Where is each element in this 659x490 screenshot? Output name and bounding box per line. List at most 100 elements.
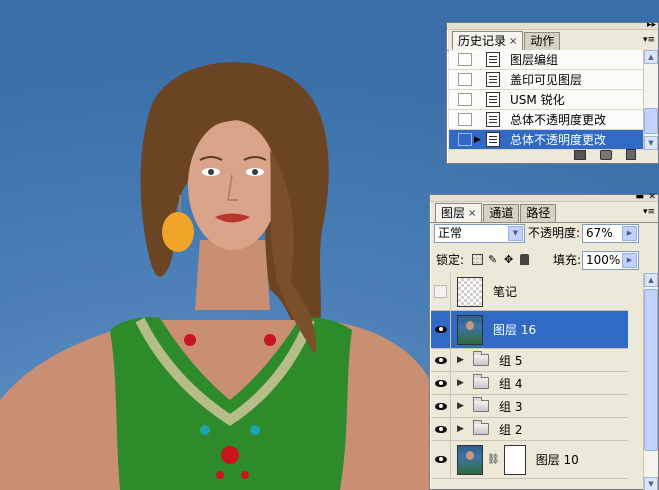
history-item[interactable]: 总体不透明度更改 bbox=[449, 110, 643, 130]
layer-list: 笔记 图层 16 ▶ 组 5 ▶ 组 4 ▶ 组 3 ▶ 组 2 ⛓ 图层 10 bbox=[431, 273, 628, 479]
history-item[interactable]: 图层编组 bbox=[449, 50, 643, 70]
lock-image-icon[interactable]: ✎ bbox=[488, 254, 499, 265]
folder-icon bbox=[473, 374, 489, 389]
layer-row[interactable]: ⛓ 图层 10 bbox=[431, 441, 628, 479]
tab-close-icon[interactable]: × bbox=[468, 205, 476, 222]
fill-label: 填充: bbox=[553, 253, 582, 267]
panel-menu-icon[interactable]: ▾≡ bbox=[643, 35, 655, 45]
chevron-right-icon[interactable]: ▶ bbox=[622, 226, 637, 241]
expand-arrow-icon[interactable]: ▶ bbox=[457, 378, 465, 388]
layer-name: 组 2 bbox=[499, 422, 523, 437]
lock-label: 锁定: bbox=[436, 253, 465, 267]
history-item-selected[interactable]: ▶ 总体不透明度更改 bbox=[449, 130, 643, 150]
new-snapshot-icon[interactable] bbox=[600, 149, 612, 160]
history-scrollbar[interactable]: ▲ ▼ bbox=[643, 50, 658, 150]
opacity-field[interactable]: 67% ▶ bbox=[582, 224, 639, 243]
expand-arrow-icon[interactable]: ▶ bbox=[457, 355, 465, 365]
panel-menu-icon[interactable]: ▾≡ bbox=[643, 207, 655, 217]
visibility-toggle[interactable] bbox=[431, 372, 451, 394]
history-list: 图层编组 盖印可见图层 USM 锐化 总体不透明度更改 ▶ 总体不透明度更改 bbox=[449, 50, 643, 150]
layer-row-selected[interactable]: 图层 16 bbox=[431, 311, 628, 349]
history-state-icon bbox=[486, 72, 500, 87]
chevron-right-icon[interactable]: ▶ bbox=[622, 253, 637, 268]
history-item[interactable]: USM 锐化 bbox=[449, 90, 643, 110]
opacity-value: 67% bbox=[586, 226, 613, 240]
visibility-toggle[interactable] bbox=[431, 441, 451, 478]
scroll-up-icon[interactable]: ▲ bbox=[644, 50, 658, 64]
eye-icon bbox=[434, 379, 447, 387]
history-item-label: 总体不透明度更改 bbox=[510, 133, 607, 147]
layer-name: 组 4 bbox=[499, 376, 523, 391]
scroll-thumb[interactable] bbox=[644, 289, 658, 451]
layer-group-row[interactable]: ▶ 组 5 bbox=[431, 349, 628, 372]
tab-history[interactable]: 历史记录 × bbox=[452, 31, 524, 50]
layer-thumbnail bbox=[457, 314, 483, 345]
history-panel-titlebar[interactable]: ▸▸ bbox=[447, 21, 658, 30]
eye-icon bbox=[434, 326, 447, 333]
expand-arrow-icon[interactable]: ▶ bbox=[457, 424, 465, 434]
hidden-eye-icon bbox=[434, 285, 447, 298]
panel-close-icon[interactable]: ✕ bbox=[648, 193, 656, 202]
tab-close-icon[interactable]: × bbox=[509, 33, 517, 50]
visibility-toggle[interactable] bbox=[431, 349, 451, 371]
tab-channels-label: 通道 bbox=[489, 206, 514, 220]
layer-group-row[interactable]: ▶ 组 4 bbox=[431, 372, 628, 395]
layer-thumbnail bbox=[457, 276, 483, 307]
layers-panel: ▬ ✕ 图层 × 通道 路径 ▾≡ 正常 ▼ 不透明度: 67% ▶ 锁定: ✎… bbox=[429, 193, 659, 490]
tab-layers[interactable]: 图层 × bbox=[435, 203, 483, 222]
visibility-toggle[interactable] bbox=[431, 395, 451, 417]
tab-actions-label: 动作 bbox=[530, 34, 555, 48]
folder-icon bbox=[473, 420, 489, 435]
expand-arrow-icon[interactable]: ▶ bbox=[457, 401, 465, 411]
history-source-checkbox[interactable] bbox=[458, 73, 472, 86]
history-source-checkbox[interactable] bbox=[458, 113, 472, 126]
layers-tabs: 图层 × 通道 路径 bbox=[430, 203, 658, 223]
panel-minimize-icon[interactable]: ▬ bbox=[635, 193, 644, 202]
history-source-checkbox[interactable] bbox=[458, 93, 472, 106]
blend-mode-select[interactable]: 正常 ▼ bbox=[434, 224, 525, 243]
history-state-icon bbox=[486, 92, 500, 107]
scroll-thumb[interactable] bbox=[644, 108, 658, 134]
scroll-down-icon[interactable]: ▼ bbox=[644, 136, 658, 150]
fill-field[interactable]: 100% ▶ bbox=[582, 251, 639, 270]
opacity-label: 不透明度: bbox=[528, 226, 581, 240]
visibility-toggle[interactable] bbox=[431, 311, 451, 348]
layer-name: 组 3 bbox=[499, 399, 523, 414]
history-state-slider-icon[interactable]: ▶ bbox=[474, 135, 484, 145]
layer-mask-thumbnail[interactable] bbox=[503, 444, 526, 475]
tab-channels[interactable]: 通道 bbox=[483, 204, 520, 222]
history-panel: ▸▸ 历史记录 × 动作 ▾≡ 图层编组 盖印可见图层 USM 锐化 总体不透明… bbox=[446, 21, 659, 164]
history-tabs: 历史记录 × 动作 bbox=[447, 31, 658, 51]
folder-icon bbox=[473, 397, 489, 412]
layer-group-row[interactable]: ▶ 组 3 bbox=[431, 395, 628, 418]
scroll-up-icon[interactable]: ▲ bbox=[644, 273, 658, 287]
tab-layers-label: 图层 bbox=[441, 205, 466, 220]
tab-paths[interactable]: 路径 bbox=[520, 204, 557, 222]
lock-position-icon[interactable]: ✥ bbox=[504, 254, 515, 265]
lock-icons: ✎ ✥ bbox=[472, 254, 534, 266]
layer-group-row[interactable]: ▶ 组 2 bbox=[431, 418, 628, 441]
fill-value: 100% bbox=[586, 253, 621, 267]
history-footer bbox=[574, 149, 636, 160]
lock-transparent-icon[interactable] bbox=[472, 254, 483, 265]
layer-row[interactable]: 笔记 bbox=[431, 273, 628, 311]
layer-name: 图层 16 bbox=[493, 323, 537, 337]
scroll-down-icon[interactable]: ▼ bbox=[644, 477, 658, 490]
link-chain-icon[interactable]: ⛓ bbox=[487, 454, 500, 465]
eye-icon bbox=[434, 456, 447, 463]
chevron-down-icon[interactable]: ▼ bbox=[508, 226, 523, 241]
trash-icon[interactable] bbox=[626, 149, 636, 160]
history-source-checkbox[interactable] bbox=[458, 133, 472, 146]
visibility-toggle[interactable] bbox=[431, 273, 451, 310]
layer-name: 笔记 bbox=[493, 285, 518, 299]
visibility-toggle[interactable] bbox=[431, 418, 451, 440]
tab-actions[interactable]: 动作 bbox=[524, 32, 561, 50]
new-document-from-state-icon[interactable] bbox=[574, 149, 586, 160]
panel-collapse-icon[interactable]: ▸▸ bbox=[647, 21, 656, 30]
layers-scrollbar[interactable]: ▲ ▼ bbox=[643, 273, 658, 490]
history-item[interactable]: 盖印可见图层 bbox=[449, 70, 643, 90]
layers-panel-titlebar[interactable]: ▬ ✕ bbox=[430, 193, 658, 202]
history-source-checkbox[interactable] bbox=[458, 53, 472, 66]
folder-icon bbox=[473, 351, 489, 366]
lock-all-icon[interactable] bbox=[520, 254, 529, 265]
